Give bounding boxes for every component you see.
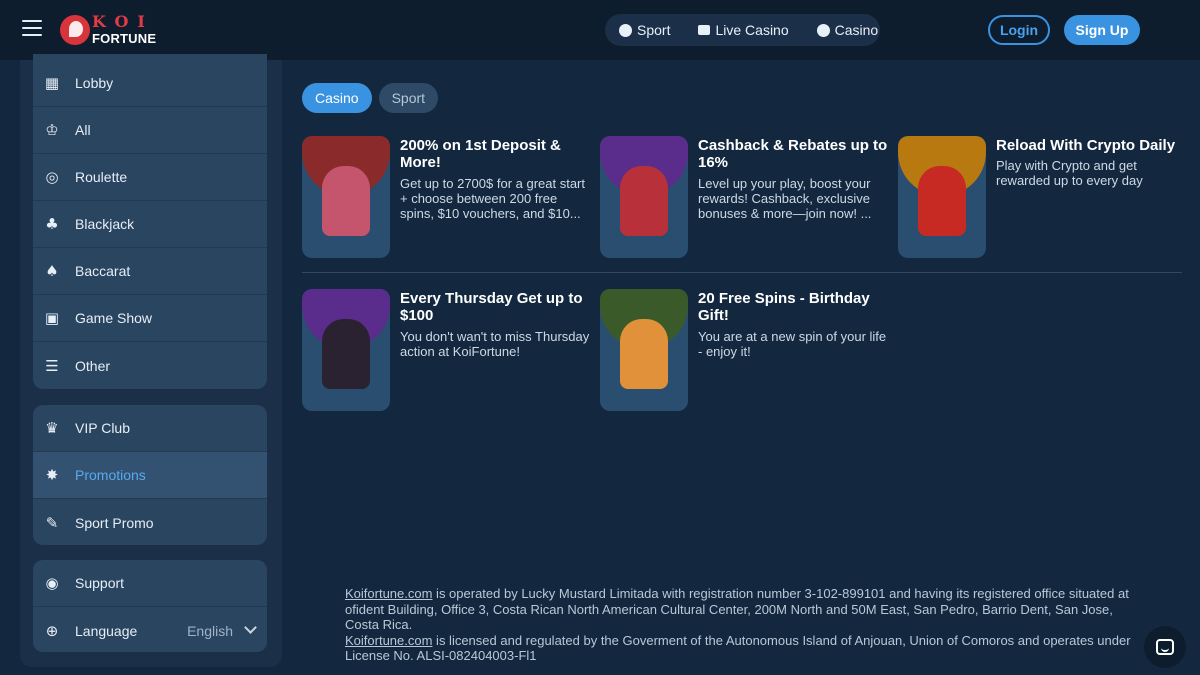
koi-fish-logo-icon xyxy=(60,15,90,45)
koi-fortune-logo[interactable]: KOI FORTUNE xyxy=(60,12,170,46)
license-text: is licensed and regulated by the Goverme… xyxy=(345,632,1131,664)
promo-title: Every Thursday Get up to $100 xyxy=(400,290,583,324)
trophy-icon: ♔ xyxy=(45,121,59,139)
sidebar-item-label: Roulette xyxy=(75,169,128,185)
sidebar-item-label: Sport Promo xyxy=(75,514,154,531)
tab-sport[interactable]: Sport xyxy=(378,83,439,113)
list-icon: ☰ xyxy=(45,356,59,375)
language-selector[interactable]: ⊕ Language English xyxy=(33,607,267,652)
sidebar-item-other[interactable]: ☰ Other xyxy=(33,342,267,389)
casino-chip-icon xyxy=(816,23,830,37)
promo-character-illustration xyxy=(620,319,668,389)
promo-card[interactable]: Cashback & Rebates up to 16% Level up yo… xyxy=(600,136,890,260)
promo-character-illustration xyxy=(322,319,370,389)
promo-description: You don't wan't to miss Thursday action … xyxy=(400,329,590,359)
sidebar-item-lobby[interactable]: ▦ Lobby xyxy=(33,54,267,107)
headset-icon: ◉ xyxy=(45,574,59,592)
promo-tabs: Casino Sport xyxy=(302,83,439,113)
promo-description: Play with Crypto and get rewarded up to … xyxy=(996,158,1143,188)
sidebar-games-group: ▦ Lobby ♔ All ◎ Roulette ♣ Blackjack ♠ B… xyxy=(33,54,267,389)
live-tv-icon xyxy=(698,25,711,35)
cards-icon: ♣ xyxy=(45,215,59,233)
top-bar: KOI FORTUNE Sport Live Casino Casino Log… xyxy=(0,0,1200,60)
globe-icon: ⊕ xyxy=(45,621,59,640)
promo-title: 20 Free Spins - Birthday Gift! xyxy=(698,290,870,324)
site-link[interactable]: Koifortune.com xyxy=(345,586,432,601)
sidebar-item-label: Other xyxy=(75,357,111,374)
sidebar-item-baccarat[interactable]: ♠ Baccarat xyxy=(33,248,267,295)
roulette-icon: ◎ xyxy=(45,168,59,186)
baccarat-icon: ♠ xyxy=(45,262,59,280)
sidebar-item-game-show[interactable]: ▣ Game Show xyxy=(33,295,267,342)
legal-footer: Koifortune.com is operated by Lucky Must… xyxy=(345,586,1145,664)
nav-casino-label: Casino xyxy=(834,22,879,38)
promo-image xyxy=(302,136,390,258)
promo-character-illustration xyxy=(322,166,370,236)
promo-card[interactable]: Reload With Crypto Daily Play with Crypt… xyxy=(898,136,1188,260)
nav-sport-label: Sport xyxy=(637,22,671,38)
top-nav: Sport Live Casino Casino xyxy=(605,14,880,46)
sidebar-item-label: Blackjack xyxy=(75,216,135,232)
sidebar: ▦ Lobby ♔ All ◎ Roulette ♣ Blackjack ♠ B… xyxy=(20,54,282,667)
star-burst-icon: ✸ xyxy=(45,466,59,484)
promo-card[interactable]: Every Thursday Get up to $100 You don't … xyxy=(302,289,592,413)
promo-description: Get up to 2700$ for a great start + choo… xyxy=(400,176,586,221)
promo-description: Level up your play, boost your rewards! … xyxy=(698,176,872,221)
nav-casino[interactable]: Casino xyxy=(816,22,879,38)
nav-live-casino-label: Live Casino xyxy=(715,22,789,38)
sign-up-button[interactable]: Sign Up xyxy=(1064,15,1140,45)
sidebar-item-roulette[interactable]: ◎ Roulette xyxy=(33,154,267,201)
sidebar-item-label: All xyxy=(75,122,91,138)
site-link[interactable]: Koifortune.com xyxy=(345,633,432,648)
sidebar-item-all[interactable]: ♔ All xyxy=(33,107,267,154)
hamburger-menu-icon[interactable] xyxy=(22,20,42,38)
nav-live-casino[interactable]: Live Casino xyxy=(698,22,789,38)
promo-card[interactable]: 200% on 1st Deposit & More! Get up to 27… xyxy=(302,136,592,260)
promo-character-illustration xyxy=(620,166,668,236)
logo-text-top: KOI xyxy=(92,12,154,31)
ticket-icon: ✎ xyxy=(45,513,59,532)
operator-text: is operated by Lucky Mustard Limitada wi… xyxy=(345,586,1129,632)
sidebar-item-sport-promo[interactable]: ✎ Sport Promo xyxy=(33,499,267,545)
nav-sport[interactable]: Sport xyxy=(619,22,670,38)
language-value: English xyxy=(187,622,233,639)
login-button[interactable]: Login xyxy=(988,15,1050,45)
chevron-down-icon xyxy=(244,621,257,634)
sidebar-item-support[interactable]: ◉ Support xyxy=(33,560,267,607)
promo-title: Cashback & Rebates up to 16% xyxy=(698,137,888,171)
sidebar-item-promotions[interactable]: ✸ Promotions xyxy=(33,452,267,499)
promo-image xyxy=(898,136,986,258)
sidebar-promo-group: ♛ VIP Club ✸ Promotions ✎ Sport Promo xyxy=(33,405,267,545)
tab-casino[interactable]: Casino xyxy=(302,83,372,113)
promo-image xyxy=(302,289,390,411)
sidebar-item-label: Baccarat xyxy=(75,263,131,279)
live-chat-button[interactable] xyxy=(1144,626,1186,668)
sidebar-item-blackjack[interactable]: ♣ Blackjack xyxy=(33,201,267,248)
sidebar-item-vip-club[interactable]: ♛ VIP Club xyxy=(33,405,267,452)
sidebar-item-label: VIP Club xyxy=(75,420,130,436)
sidebar-item-label: Support xyxy=(75,575,125,591)
promo-description: You are at a new spin of your life - enj… xyxy=(698,329,887,359)
grid-icon: ▦ xyxy=(44,74,60,92)
sidebar-item-label: Game Show xyxy=(75,310,153,326)
soccer-ball-icon xyxy=(619,23,632,37)
sidebar-item-label: Promotions xyxy=(75,467,146,483)
promo-title: Reload With Crypto Daily xyxy=(996,137,1176,154)
sidebar-item-label: Lobby xyxy=(75,75,114,91)
logo-text-bottom: FORTUNE xyxy=(92,31,157,46)
promo-card[interactable]: 20 Free Spins - Birthday Gift! You are a… xyxy=(600,289,890,413)
promo-title: 200% on 1st Deposit & More! xyxy=(400,137,561,171)
chat-bubble-icon xyxy=(1156,639,1174,655)
promo-image xyxy=(600,289,688,411)
promo-character-illustration xyxy=(918,166,966,236)
presentation-icon: ▣ xyxy=(44,309,60,327)
promo-divider xyxy=(302,272,1182,273)
crown-icon: ♛ xyxy=(45,419,59,437)
promo-image xyxy=(600,136,688,258)
sidebar-settings-group: ◉ Support ⊕ Language English xyxy=(33,560,267,652)
language-label: Language xyxy=(75,622,138,639)
